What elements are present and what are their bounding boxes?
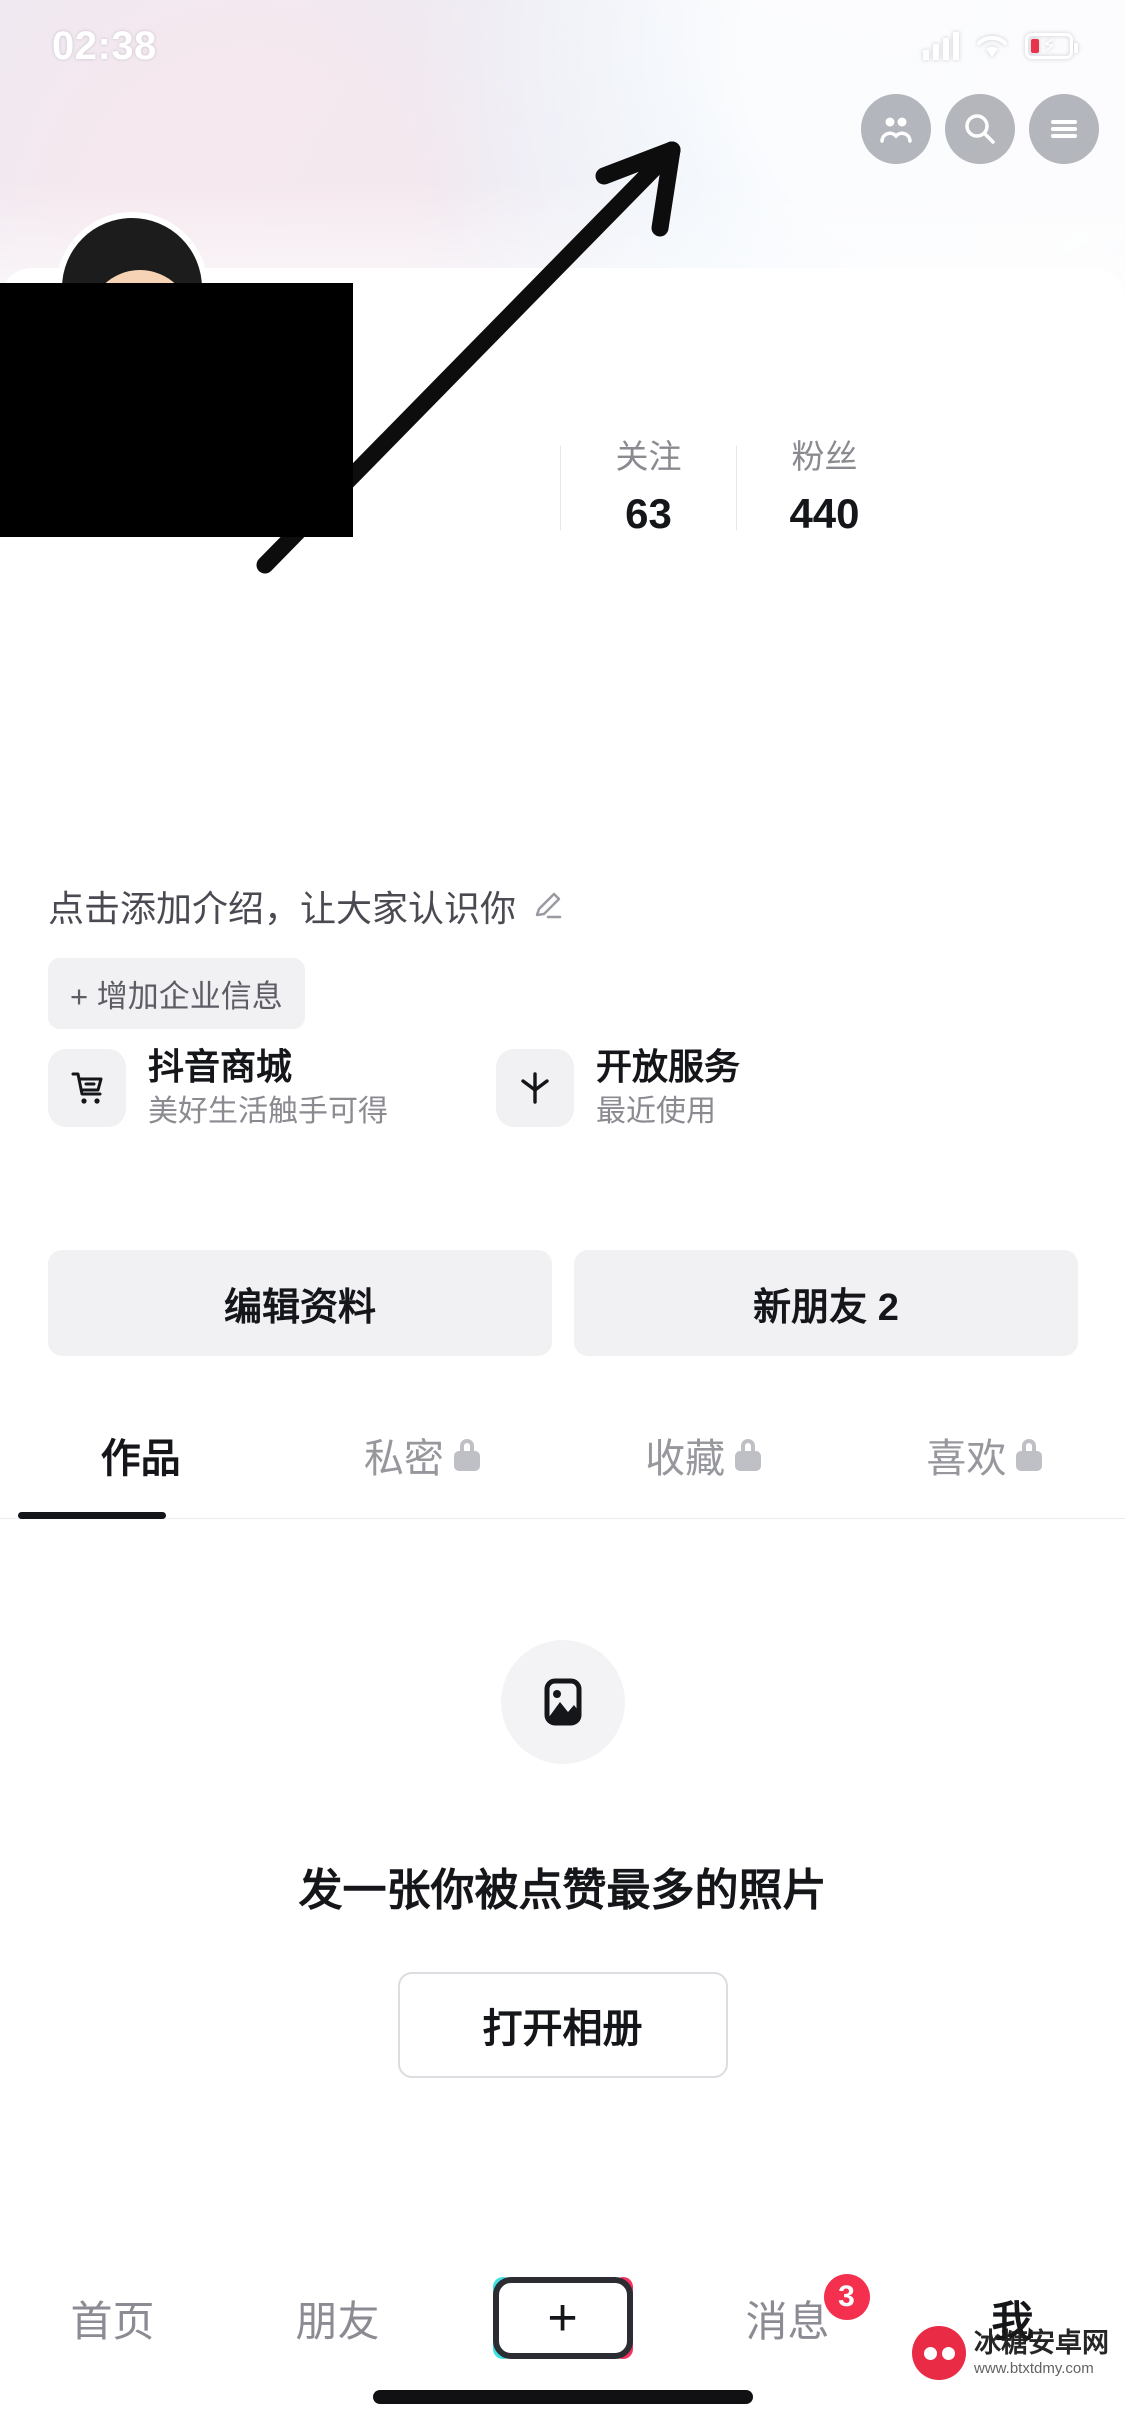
content-tabs: 作品 私密 收藏 喜欢 (0, 1400, 1125, 1510)
tab-favorites[interactable]: 收藏 (563, 1400, 844, 1510)
nav-item-messages[interactable]: 消息 3 (675, 2272, 900, 2364)
message-badge: 3 (823, 2274, 870, 2320)
status-bar-left: 02:38 (52, 24, 199, 69)
menu-icon[interactable] (1029, 94, 1099, 164)
bio-row[interactable]: 点击添加介绍，让大家认识你 (48, 880, 564, 932)
tab-favorites-label: 收藏 (645, 1437, 726, 1481)
watermark-main: 冰糖安卓网 (974, 2328, 1109, 2358)
add-business-info-label: + 增加企业信息 (70, 979, 283, 1014)
profile-action-buttons: 编辑资料 新朋友 2 (48, 1250, 1078, 1356)
stat-following[interactable]: 关注 63 (561, 440, 736, 535)
status-bar: 02:38 ⚡ (0, 0, 1125, 92)
watermark-text: 冰糖安卓网 www.btxtdmy.com (974, 2328, 1109, 2377)
stat-fans[interactable]: 粉丝 440 (737, 440, 912, 535)
status-bar-right: ⚡ (923, 32, 1078, 60)
shopping-cart-icon (48, 1048, 126, 1127)
nav-item-create[interactable]: + (450, 2272, 675, 2364)
service-subtitle: 最近使用 (596, 1095, 716, 1129)
stat-fans-label: 粉丝 (791, 438, 858, 475)
service-open-services[interactable]: 开放服务 最近使用 (496, 1046, 886, 1130)
friends-icon[interactable] (861, 94, 931, 164)
add-business-info-chip[interactable]: + 增加企业信息 (48, 958, 305, 1029)
status-time: 02:38 (52, 23, 157, 68)
service-open-services-text: 开放服务 最近使用 (596, 1046, 740, 1130)
home-indicator (372, 2390, 753, 2404)
stat-following-label: 关注 (615, 438, 682, 475)
tabs-separator (0, 1518, 1125, 1519)
service-douyin-mall-text: 抖音商城 美好生活触手可得 (148, 1046, 388, 1130)
signal-bars-icon (923, 32, 959, 60)
service-title: 开放服务 (596, 1046, 741, 1087)
lock-icon (1016, 1439, 1043, 1471)
stat-fans-value: 440 (789, 490, 860, 537)
site-watermark: 冰糖安卓网 www.btxtdmy.com (912, 2326, 1109, 2380)
plus-icon[interactable]: + (492, 2277, 633, 2359)
profile-stats: 关注 63 粉丝 440 (560, 440, 912, 535)
bio-placeholder: 点击添加介绍，让大家认识你 (48, 888, 517, 929)
lock-icon (735, 1439, 762, 1471)
search-icon[interactable] (945, 94, 1015, 164)
services-row: 抖音商城 美好生活触手可得 开放服务 最近使用 (48, 1046, 1078, 1130)
edit-profile-button[interactable]: 编辑资料 (48, 1250, 552, 1356)
empty-state: 发一张你被点赞最多的照片 打开相册 (0, 1640, 1125, 2078)
tab-likes-label: 喜欢 (926, 1437, 1007, 1481)
lock-icon (453, 1439, 480, 1471)
open-album-button[interactable]: 打开相册 (397, 1972, 728, 2078)
nav-item-home[interactable]: 首页 (0, 2272, 225, 2364)
tab-private-label: 私密 (363, 1437, 444, 1481)
battery-charging-icon: ⚡ (1025, 33, 1078, 59)
new-friends-button[interactable]: 新朋友 2 (574, 1250, 1078, 1356)
nav-item-friends-label: 朋友 (295, 2297, 380, 2345)
tab-works[interactable]: 作品 (0, 1400, 281, 1510)
empty-state-text: 发一张你被点赞最多的照片 (298, 1866, 827, 1915)
nav-item-messages-label: 消息 (745, 2297, 830, 2345)
pencil-icon[interactable] (530, 889, 564, 923)
redacted-username-block (0, 283, 353, 537)
nav-item-home-label: 首页 (70, 2297, 155, 2345)
service-title: 抖音商城 (148, 1046, 293, 1087)
stat-following-value: 63 (625, 490, 672, 537)
wifi-icon (975, 33, 1009, 59)
tab-private[interactable]: 私密 (281, 1400, 562, 1510)
tab-likes[interactable]: 喜欢 (844, 1400, 1125, 1510)
watermark-sub: www.btxtdmy.com (974, 2360, 1094, 2377)
service-subtitle: 美好生活触手可得 (148, 1095, 388, 1129)
moon-icon (169, 31, 199, 61)
app-screen: 02:38 ⚡ 关注 63 粉丝 440 点击添加介绍，让大家认识你 + 增加企… (0, 0, 1125, 2436)
asterisk-icon (496, 1048, 574, 1127)
active-tab-indicator (18, 1512, 166, 1519)
watermark-logo-icon (912, 2326, 966, 2380)
image-placeholder-icon (500, 1640, 625, 1764)
nav-item-friends[interactable]: 朋友 (225, 2272, 450, 2364)
plus-glyph: + (547, 2289, 578, 2347)
header-actions (861, 94, 1099, 164)
tab-works-label: 作品 (100, 1437, 181, 1481)
service-douyin-mall[interactable]: 抖音商城 美好生活触手可得 (48, 1046, 438, 1130)
